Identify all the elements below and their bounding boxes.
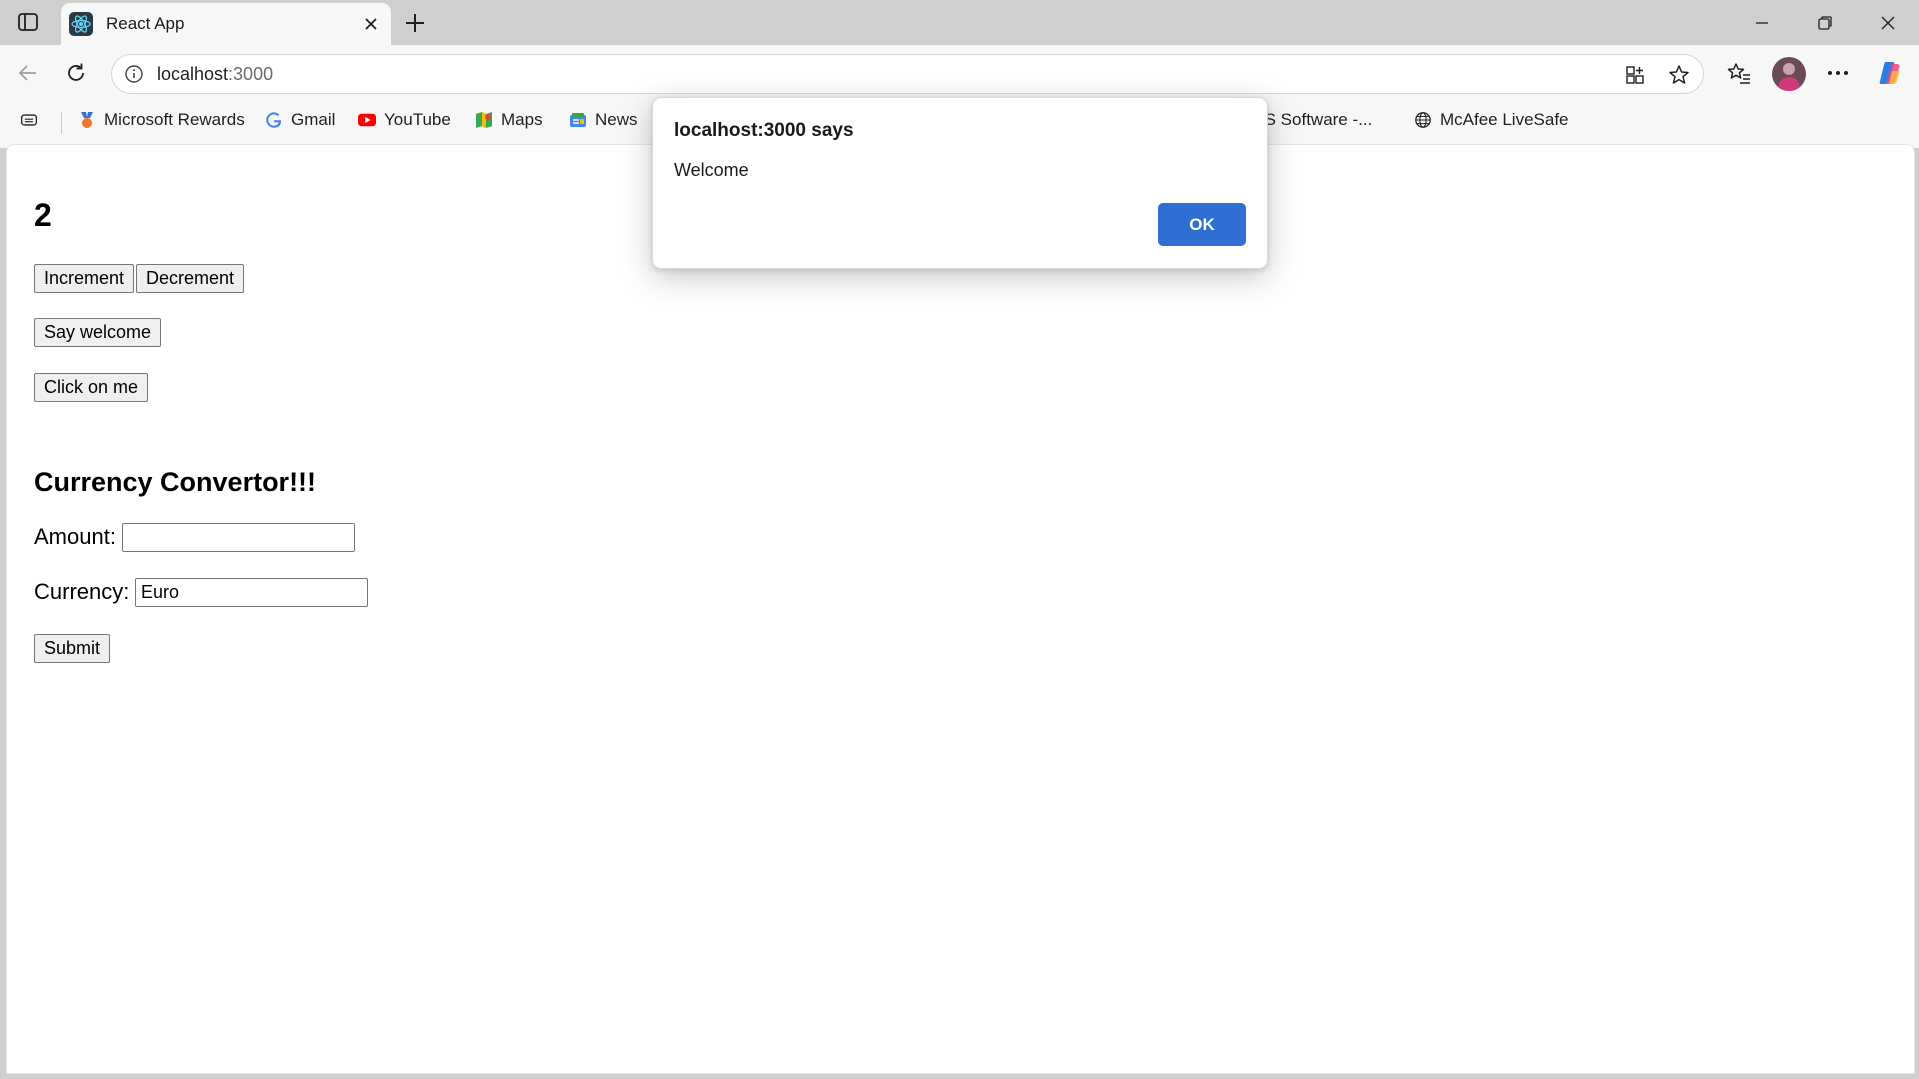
increment-button[interactable]: Increment bbox=[34, 264, 135, 293]
avatar-body bbox=[1778, 77, 1800, 91]
tab-title: React App bbox=[106, 14, 185, 33]
submit-button[interactable]: Submit bbox=[34, 634, 111, 663]
bookmark-gmail[interactable]: Gmail bbox=[265, 107, 335, 133]
url-host: localhost bbox=[157, 64, 229, 84]
bookmark-label: News bbox=[595, 110, 638, 129]
say-welcome-button[interactable]: Say welcome bbox=[34, 318, 162, 347]
avatar-head bbox=[1783, 63, 1795, 75]
bookmark-label: Microsoft Rewards bbox=[104, 110, 245, 129]
amount-label: Amount: bbox=[34, 524, 116, 549]
app-available-icon[interactable] bbox=[1622, 62, 1648, 88]
ok-button[interactable]: OK bbox=[1158, 203, 1246, 246]
bookmarks-menu-button[interactable] bbox=[20, 107, 38, 133]
bookmarks-divider bbox=[61, 112, 62, 134]
dialog-title: localhost:3000 says bbox=[674, 120, 854, 141]
reload-icon bbox=[68, 63, 84, 81]
active-tab[interactable]: React App bbox=[61, 3, 391, 45]
restore-icon bbox=[1818, 15, 1832, 30]
tab-actions-menu[interactable] bbox=[14, 10, 42, 36]
currency-label: Currency: bbox=[34, 579, 130, 604]
counter-value: 2 bbox=[34, 197, 52, 233]
minimize-icon bbox=[1756, 21, 1768, 24]
dialog-message: Welcome bbox=[674, 160, 749, 180]
more-dots-icon bbox=[1828, 71, 1848, 75]
minimize-button[interactable] bbox=[1731, 0, 1793, 45]
google-icon bbox=[265, 111, 283, 129]
site-info-icon[interactable] bbox=[124, 64, 144, 84]
back-button[interactable] bbox=[11, 56, 45, 90]
tab-strip: React App bbox=[0, 0, 1919, 45]
bookmark-maps[interactable]: Maps bbox=[475, 107, 543, 133]
youtube-icon bbox=[358, 111, 376, 129]
back-arrow-icon bbox=[18, 65, 36, 81]
url-text[interactable]: localhost:3000 bbox=[157, 64, 273, 85]
url-port: :3000 bbox=[228, 64, 274, 84]
click-on-me-button[interactable]: Click on me bbox=[34, 373, 149, 402]
copilot-button[interactable] bbox=[1873, 56, 1907, 90]
bookmark-news[interactable]: News bbox=[569, 107, 638, 133]
page-viewport: 2 Increment Decrement Say welcome Click … bbox=[6, 144, 1915, 1074]
globe-icon bbox=[1414, 111, 1432, 129]
restore-button[interactable] bbox=[1794, 0, 1856, 45]
sidebar-icon bbox=[18, 13, 38, 31]
reload-button[interactable] bbox=[59, 56, 93, 90]
favorites-button[interactable] bbox=[1722, 56, 1756, 90]
profile-avatar[interactable] bbox=[1772, 57, 1806, 91]
bookmark-label: Maps bbox=[501, 110, 543, 129]
bookmark-label: YouTube bbox=[384, 110, 451, 129]
address-bar[interactable]: localhost:3000 bbox=[111, 54, 1704, 94]
currency-heading: Currency Convertor!!! bbox=[34, 467, 317, 497]
favorites-list-icon bbox=[1727, 63, 1750, 84]
bookmark-youtube[interactable]: YouTube bbox=[358, 107, 451, 133]
bookmark-mcafee-livesafe[interactable]: McAfee LiveSafe bbox=[1414, 107, 1569, 133]
rewards-icon bbox=[78, 111, 96, 129]
close-tab-icon[interactable] bbox=[361, 14, 381, 34]
close-icon bbox=[1881, 16, 1895, 29]
amount-input[interactable] bbox=[122, 523, 355, 552]
maps-icon bbox=[475, 111, 493, 129]
settings-more-button[interactable] bbox=[1821, 56, 1855, 90]
decrement-button[interactable]: Decrement bbox=[136, 264, 245, 293]
new-tab-button[interactable] bbox=[400, 8, 430, 38]
currency-input[interactable] bbox=[135, 578, 368, 607]
news-icon bbox=[569, 111, 587, 129]
bookmark-label: McAfee LiveSafe bbox=[1440, 110, 1569, 129]
copilot-icon bbox=[1879, 62, 1900, 84]
bookmark-microsoft-rewards[interactable]: Microsoft Rewards bbox=[78, 107, 245, 133]
plus-icon bbox=[406, 14, 424, 32]
favorite-star-icon[interactable] bbox=[1666, 62, 1692, 88]
react-logo-icon bbox=[69, 12, 93, 36]
bookmark-label: Gmail bbox=[291, 110, 336, 129]
bookmarks-panel-icon bbox=[20, 111, 38, 129]
alert-dialog: localhost:3000 says Welcome OK bbox=[652, 97, 1268, 269]
close-window-button[interactable] bbox=[1857, 0, 1919, 45]
